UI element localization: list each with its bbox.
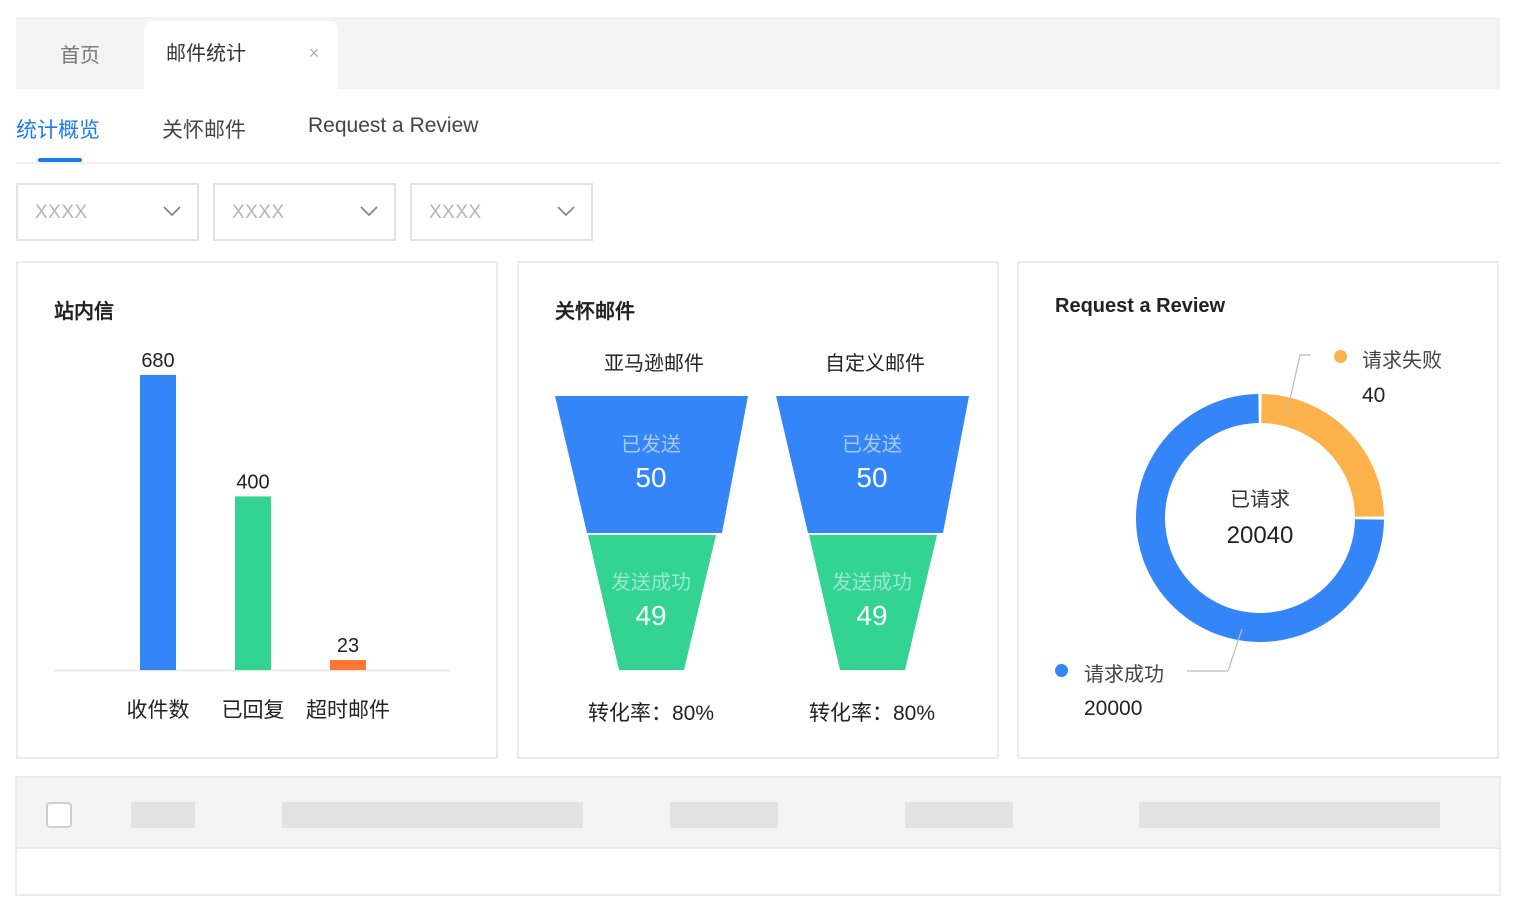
funnel-amazon-success-value: 49: [635, 600, 666, 631]
legend-dot-failed: [1334, 350, 1347, 363]
filter-select-2-value: XXXX: [232, 202, 285, 223]
tab-home[interactable]: 首页: [16, 17, 144, 89]
filter-select-2[interactable]: XXXX: [213, 183, 396, 241]
column-header-placeholder: [670, 802, 778, 828]
donut-center-value: 20040: [1226, 522, 1294, 549]
window-tab-bar: 首页 邮件统计 ×: [16, 17, 1500, 89]
chevron-down-icon: [163, 206, 181, 217]
funnel-custom: 已发送 50 发送成功 49: [776, 396, 969, 670]
donut-center-label: 已请求: [1230, 489, 1290, 511]
funnel-amazon: 已发送 50 发送成功 49: [555, 396, 748, 670]
funnel-custom-success-label: 发送成功: [832, 571, 912, 594]
subtab-care-mail[interactable]: 关怀邮件: [162, 114, 246, 144]
funnel-amazon-sent-label: 已发送: [621, 433, 681, 456]
funnel-amazon-conversion: 转化率：80%: [587, 702, 715, 725]
legend-value-success: 20000: [1084, 697, 1143, 720]
column-header-placeholder: [131, 802, 195, 828]
column-header-placeholder: [1139, 802, 1440, 828]
chevron-down-icon: [557, 206, 575, 217]
filter-select-3-value: XXXX: [429, 202, 482, 223]
care-mail-card: 关怀邮件 亚马逊邮件 自定义邮件 已发送 50 发送成功 49 已发送 50 发…: [517, 261, 999, 759]
tab-mail-stats[interactable]: 邮件统计 ×: [144, 21, 338, 89]
active-tab-indicator: [38, 158, 82, 162]
x-tick-label: 收件数: [127, 699, 190, 722]
funnel-amazon-success-label: 发送成功: [611, 571, 691, 594]
inbox-bar-chart: 680 收件数 400 已回复 23 超时邮件: [54, 350, 450, 722]
close-icon[interactable]: ×: [304, 43, 324, 63]
subtab-overview[interactable]: 统计概览: [16, 114, 100, 144]
chevron-down-icon: [360, 206, 378, 217]
legend-dot-success: [1055, 664, 1068, 677]
request-review-card: Request a Review 已请求 20040 请求失败 40 请求成功 …: [1017, 261, 1499, 759]
column-header-placeholder: [905, 802, 1013, 828]
bar: [235, 496, 271, 670]
bar-value-label: 400: [236, 471, 269, 493]
legend-label-failed: 请求失败: [1362, 350, 1442, 372]
bar-value-label: 680: [141, 350, 174, 372]
bar-value-label: 23: [337, 635, 359, 657]
data-table: [15, 776, 1501, 896]
filter-select-3[interactable]: XXXX: [410, 183, 593, 241]
bar: [330, 660, 366, 670]
filter-select-1-value: XXXX: [35, 202, 88, 223]
funnel-custom-success-value: 49: [856, 600, 887, 631]
select-all-checkbox[interactable]: [46, 802, 72, 828]
tab-mail-stats-label: 邮件统计: [166, 43, 246, 65]
funnel-custom-sent-value: 50: [856, 462, 887, 493]
sub-tab-bar: 统计概览 关怀邮件 Request a Review: [16, 96, 1500, 164]
funnel-amazon-sent-value: 50: [635, 462, 666, 493]
legend-label-success: 请求成功: [1084, 664, 1164, 686]
funnel-custom-sent-label: 已发送: [842, 433, 902, 456]
column-header-placeholder: [282, 802, 583, 828]
care-funnel-charts: 已发送 50 发送成功 49 已发送 50 发送成功 49: [555, 396, 969, 670]
filter-select-1[interactable]: XXXX: [16, 183, 199, 241]
table-header: [17, 778, 1499, 849]
bar: [140, 375, 176, 670]
x-tick-label: 超时邮件: [306, 699, 390, 722]
inbox-stats-card: 站内信 680 收件数 400 已回复 23 超时邮件: [16, 261, 498, 759]
legend-value-failed: 40: [1362, 384, 1386, 407]
funnel-custom-conversion: 转化率：80%: [808, 702, 936, 725]
x-tick-label: 已回复: [222, 699, 285, 722]
subtab-request-review[interactable]: Request a Review: [308, 114, 478, 138]
